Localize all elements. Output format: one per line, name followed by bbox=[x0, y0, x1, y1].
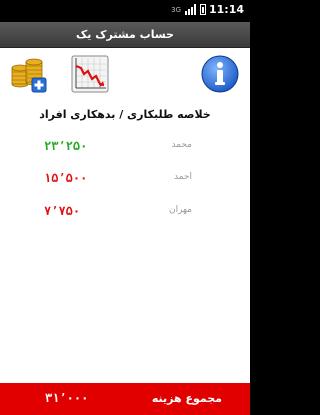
person-balance: ۲۳٬۲۵۰ bbox=[44, 139, 88, 153]
status-bar: 3G 11:14 bbox=[0, 0, 250, 22]
add-coins-icon bbox=[11, 58, 47, 93]
status-icons: 3G bbox=[171, 4, 206, 15]
status-time: 11:14 bbox=[208, 3, 244, 16]
app-title-bar: حساب مشترک یک bbox=[0, 22, 250, 48]
list-item[interactable]: محمد ۲۳٬۲۵۰ bbox=[0, 138, 250, 156]
add-expense-button[interactable] bbox=[8, 54, 48, 94]
chart-icon bbox=[71, 55, 109, 93]
person-name: محمد bbox=[171, 140, 192, 150]
app-screen: 3G 11:14 حساب مشترک یک خلاصه طلبکاری / ب… bbox=[0, 0, 250, 415]
network-type: 3G bbox=[171, 5, 181, 14]
list-item[interactable]: احمد ۱۵٬۵۰۰ bbox=[0, 170, 250, 188]
info-icon bbox=[201, 55, 239, 93]
info-button[interactable] bbox=[200, 54, 240, 94]
total-label: مجموع هزینه bbox=[151, 392, 222, 405]
person-balance: ۷٬۷۵۰ bbox=[44, 204, 81, 218]
signal-icon bbox=[185, 4, 196, 15]
person-name: احمد bbox=[174, 172, 192, 182]
app-title: حساب مشترک یک bbox=[76, 28, 174, 41]
total-expense-bar: مجموع هزینه ۳۱٬۰۰۰ bbox=[0, 383, 250, 415]
summary-title: خلاصه طلبکاری / بدهکاری افراد bbox=[39, 108, 211, 121]
total-amount: ۳۱٬۰۰۰ bbox=[45, 391, 89, 405]
battery-icon bbox=[200, 4, 206, 15]
toolbar bbox=[0, 48, 250, 98]
list-item[interactable]: مهران ۷٬۷۵۰ bbox=[0, 203, 250, 221]
person-balance: ۱۵٬۵۰۰ bbox=[44, 171, 88, 185]
person-name: مهران bbox=[168, 205, 192, 215]
report-chart-button[interactable] bbox=[70, 54, 110, 94]
